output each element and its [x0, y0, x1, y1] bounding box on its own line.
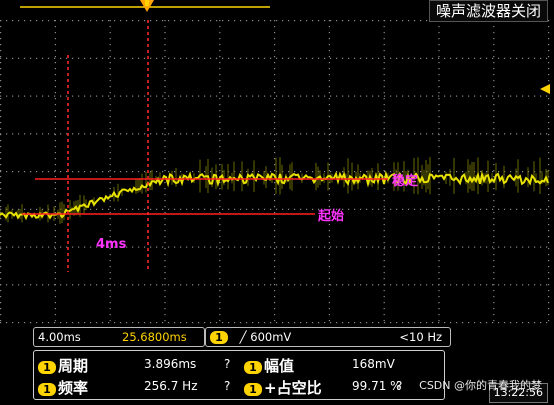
frequency-flag: ?	[224, 379, 231, 393]
steady-label: 稳定	[392, 174, 419, 189]
frequency-value: 256.7 Hz	[144, 379, 198, 393]
rising-edge-icon: ╱	[239, 330, 247, 344]
channel-badge: 1	[244, 383, 262, 396]
channel-offset-marker-icon[interactable]	[540, 84, 550, 94]
measurement-amplitude[interactable]: 1 幅值	[244, 355, 294, 376]
trigger-position-icon[interactable]	[140, 0, 154, 18]
oscilloscope-screen: 噪声滤波器关闭 稳定 起始 4ms 4.00ms 25.6800ms 1 ╱ 6…	[0, 0, 554, 405]
channel-badge: 1	[38, 361, 56, 374]
delay-value: 25.6800ms	[122, 330, 187, 344]
duty-cycle-value: 99.71 %	[352, 379, 402, 393]
watermark-text: CSDN @你的青春我的梦	[419, 379, 542, 392]
timebase-value: 4.00ms	[38, 330, 81, 344]
period-value: 3.896ms	[144, 357, 197, 371]
duty-cycle-flag: ?	[396, 379, 403, 393]
measurement-label: 周期	[58, 357, 89, 375]
measurement-label: 频率	[58, 379, 89, 397]
period-flag: ?	[224, 357, 231, 371]
time-delta-label: 4ms	[96, 237, 127, 252]
timebase-box[interactable]: 4.00ms 25.6800ms	[33, 327, 205, 347]
trigger-channel-badge: 1	[210, 331, 228, 344]
signal-trace	[0, 170, 549, 221]
channel-badge: 1	[38, 383, 56, 396]
measurement-label: 幅值	[264, 357, 295, 375]
measurement-frequency[interactable]: 1 频率	[38, 377, 88, 398]
measurement-period[interactable]: 1 周期	[38, 355, 88, 376]
measurement-panel: 1 周期 3.896ms ? 1 幅值 168mV 1 频率 256.7 Hz ? 1…	[33, 350, 445, 400]
amplitude-value: 168mV	[352, 357, 395, 371]
measurement-label: +占空比	[264, 379, 322, 397]
noise-filter-status: 噪声滤波器关闭	[428, 0, 548, 22]
graticule-grid	[0, 20, 550, 324]
trigger-freq-value: <10 Hz	[399, 330, 442, 344]
measurement-duty-cycle[interactable]: 1 +占空比	[244, 377, 322, 398]
start-label: 起始	[318, 209, 345, 224]
trigger-box[interactable]: 1 ╱ 600mV <10 Hz	[205, 327, 451, 347]
channel-badge: 1	[244, 361, 262, 374]
trigger-level-value: 600mV	[250, 330, 292, 344]
